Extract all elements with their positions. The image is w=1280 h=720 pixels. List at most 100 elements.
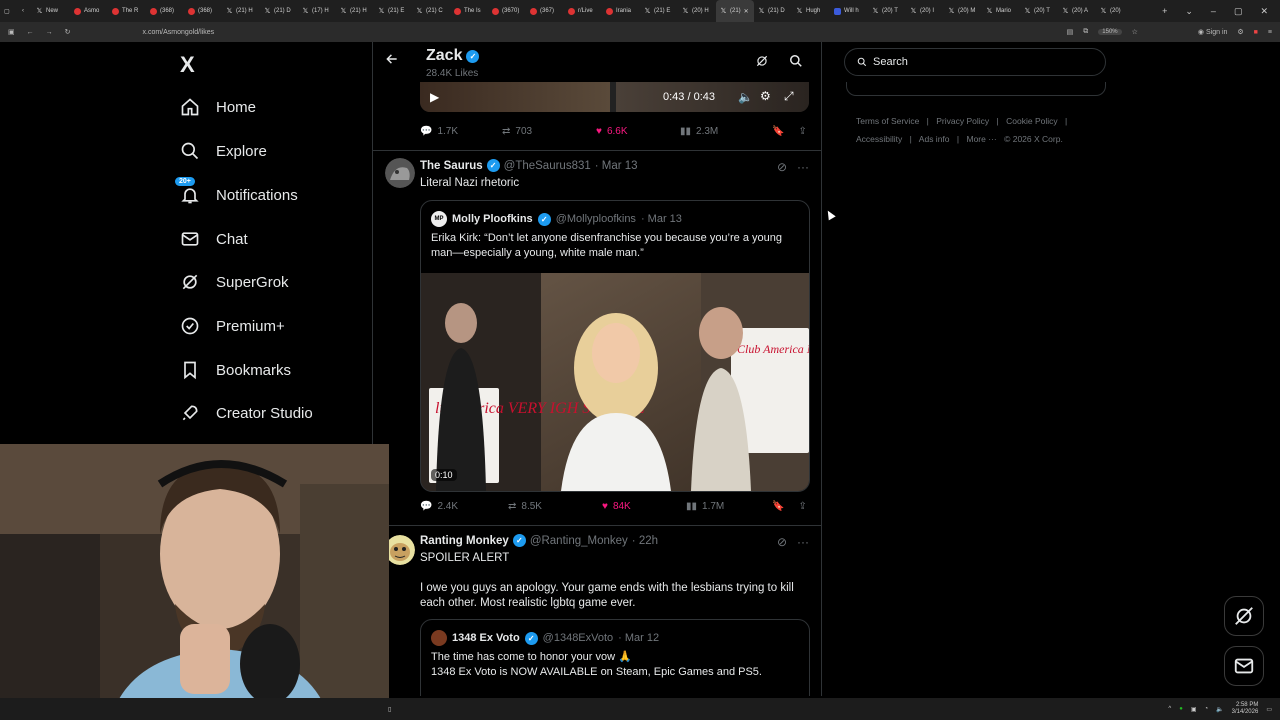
browser-tab[interactable]: 𝕏 (20)	[1096, 0, 1134, 22]
grok-icon[interactable]: ⊘	[777, 535, 787, 549]
messages-button[interactable]	[1224, 646, 1264, 686]
bookmark-post-icon[interactable]: 🔖	[772, 126, 784, 137]
forward-nav-icon[interactable]: →	[46, 29, 53, 36]
nav-notifications[interactable]: 20+ Notifications	[175, 177, 298, 205]
post-date[interactable]: · Mar 13	[595, 160, 638, 172]
minimize-icon[interactable]: –	[1211, 6, 1216, 16]
footer-ads-info[interactable]: Ads info	[919, 134, 950, 144]
nav-creator-studio[interactable]: Creator Studio	[180, 403, 313, 423]
nav-explore[interactable]: Explore	[180, 141, 267, 161]
wifi-icon[interactable]: ◔	[1205, 706, 1209, 712]
footer-cookie[interactable]: Cookie Policy	[1006, 116, 1058, 126]
zoom-level[interactable]: 150%	[1098, 29, 1122, 35]
maximize-icon[interactable]: ▢	[1234, 6, 1243, 17]
more-icon[interactable]: ···	[797, 535, 809, 549]
author-handle[interactable]: @Ranting_Monkey	[530, 535, 628, 547]
play-icon[interactable]: ▶	[430, 90, 439, 104]
browser-tab[interactable]: (368)	[146, 0, 184, 22]
tray-app-icon[interactable]: ▣	[1191, 706, 1197, 713]
avatar[interactable]	[385, 158, 415, 188]
browser-tab[interactable]: 𝕏 (21) E	[640, 0, 678, 22]
browser-tab[interactable]: (368)	[184, 0, 222, 22]
browser-tab[interactable]: 𝕏 (21) C	[412, 0, 450, 22]
nav-home[interactable]: Home	[180, 97, 256, 117]
browser-tab[interactable]: 𝕏 (21) E	[374, 0, 412, 22]
avatar[interactable]	[385, 535, 415, 565]
main-timeline[interactable]: Zack ✓ 28.4K Likes ▶ 0:43 / 0:43 🔈 ⚙ ⤢ 💬…	[373, 42, 821, 696]
grok-icon[interactable]: ⊘	[777, 160, 787, 174]
browser-tab[interactable]: 𝕏 (20) M	[944, 0, 982, 22]
video-player[interactable]: ▶ 0:43 / 0:43 🔈 ⚙ ⤢	[420, 82, 809, 112]
new-tab-icon[interactable]: +	[1162, 6, 1167, 16]
quoted-post[interactable]: MP Molly Ploofkins ✓ @Mollyploofkins · M…	[420, 200, 810, 492]
notification-center-icon[interactable]: ▭	[1266, 706, 1272, 713]
browser-tab[interactable]: 𝕏 (20) H	[678, 0, 716, 22]
browser-tab[interactable]: 𝕏 (21) H	[222, 0, 260, 22]
footer-accessibility[interactable]: Accessibility	[856, 134, 902, 144]
repost-button[interactable]: ⇄ 703	[502, 126, 596, 137]
author-name[interactable]: Ranting Monkey	[420, 535, 509, 547]
browser-tab[interactable]: The R	[108, 0, 146, 22]
tab-list-menu[interactable]: ▢	[0, 0, 18, 22]
browser-tab[interactable]: r/Live	[564, 0, 602, 22]
browser-tab[interactable]: Asmo	[70, 0, 108, 22]
grok-analyze-icon[interactable]	[755, 54, 769, 73]
sign-in-button[interactable]: ◉ Sign in	[1198, 28, 1227, 36]
taskbar-app-icon[interactable]: ▯	[388, 706, 391, 713]
reload-icon[interactable]: ↻	[65, 28, 71, 36]
browser-tab[interactable]: 𝕏 (20) T	[868, 0, 906, 22]
nav-premium[interactable]: Premium+	[180, 316, 285, 336]
quoted-post[interactable]: 1348 Ex Voto ✓ @1348ExVoto · Mar 12 The …	[420, 619, 810, 696]
search-input[interactable]: Search	[844, 48, 1106, 76]
quoted-video[interactable]: lub merica VERY IGH SCHOOL Club America …	[421, 273, 809, 491]
browser-tab[interactable]: 𝕏 (20) A	[1058, 0, 1096, 22]
browser-tab[interactable]: 𝕏 (21) D	[260, 0, 298, 22]
share-icon[interactable]: ⇪	[798, 126, 806, 137]
picture-in-picture-icon[interactable]: ⧉	[1083, 28, 1088, 36]
views-button[interactable]: ▮▮ 1.7M	[686, 501, 772, 512]
search-profile-icon[interactable]	[789, 54, 803, 73]
reply-button[interactable]: 💬 2.4K	[420, 501, 508, 512]
nav-supergrok[interactable]: SuperGrok	[180, 272, 289, 292]
grok-button[interactable]	[1224, 596, 1264, 636]
back-arrow-icon[interactable]	[385, 52, 399, 71]
browser-tab[interactable]: Irania	[602, 0, 640, 22]
views-button[interactable]: ▮▮ 2.3M	[680, 126, 772, 137]
author-name[interactable]: The Saurus	[420, 160, 483, 172]
repost-button[interactable]: ⇄ 8.5K	[508, 501, 602, 512]
more-icon[interactable]: ···	[797, 160, 809, 174]
clock[interactable]: 2:58 PM 3/14/2026	[1232, 702, 1259, 716]
close-tab-icon[interactable]: ✕	[744, 8, 749, 15]
like-button[interactable]: ♥ 84K	[602, 501, 686, 512]
tray-chevron-icon[interactable]: ^	[1168, 706, 1171, 712]
footer-more[interactable]: More ···	[966, 134, 996, 144]
nav-chat[interactable]: Chat	[180, 229, 248, 249]
browser-tab[interactable]: 𝕏 (21) D	[754, 0, 792, 22]
browser-tab[interactable]: 𝕏 (17) H	[298, 0, 336, 22]
browser-tab[interactable]: 𝕏 (21) H	[336, 0, 374, 22]
browser-tab[interactable]: 𝕏 (21) ✕	[716, 0, 754, 22]
menu-icon[interactable]: ≡	[1268, 29, 1272, 36]
profile-icon[interactable]: ■	[1254, 29, 1258, 36]
share-icon[interactable]: ⇪	[798, 501, 806, 512]
tray-app-icon[interactable]: ●	[1179, 706, 1183, 712]
tab-dropdown-icon[interactable]: ⌄	[1185, 6, 1193, 17]
browser-tab[interactable]: 𝕏 (20) T	[1020, 0, 1058, 22]
close-window-icon[interactable]: ✕	[1260, 6, 1268, 17]
browser-tab[interactable]: The Is	[450, 0, 488, 22]
browser-tab[interactable]: Will h	[830, 0, 868, 22]
post-date[interactable]: · 22h	[632, 535, 658, 547]
bookmark-post-icon[interactable]: 🔖	[772, 501, 784, 512]
browser-tab[interactable]: 𝕏 New	[32, 0, 70, 22]
volume-icon[interactable]: 🔈	[738, 90, 753, 104]
like-button[interactable]: ♥ 6.6K	[596, 126, 680, 137]
browser-tab[interactable]: (367)	[526, 0, 564, 22]
settings-icon[interactable]: ⚙	[760, 89, 771, 103]
footer-privacy[interactable]: Privacy Policy	[936, 116, 989, 126]
reply-button[interactable]: 💬 1.7K	[420, 126, 502, 137]
footer-terms[interactable]: Terms of Service	[856, 116, 919, 126]
fullscreen-icon[interactable]: ⤢	[784, 89, 794, 104]
tab-scroll-left[interactable]: ‹	[18, 0, 32, 22]
star-icon[interactable]: ☆	[1132, 28, 1138, 36]
browser-tab[interactable]: 𝕏 Mario	[982, 0, 1020, 22]
